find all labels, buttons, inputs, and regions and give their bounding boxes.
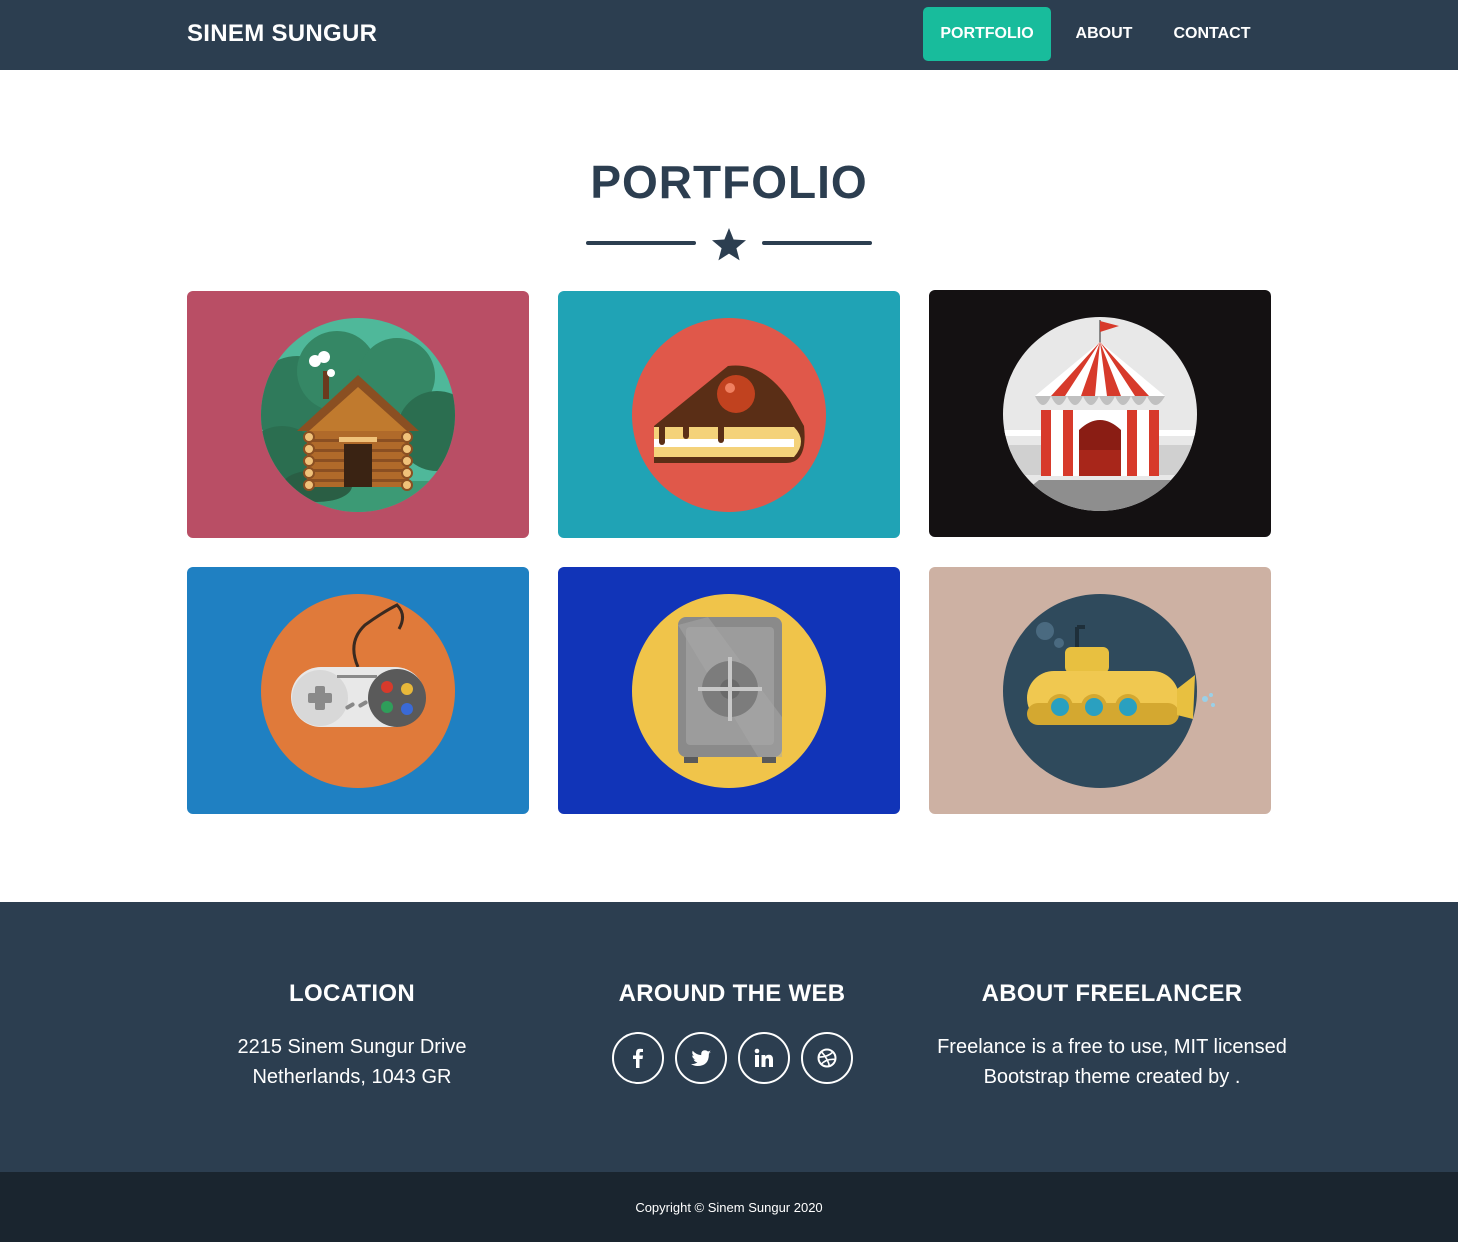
submarine-icon xyxy=(1003,594,1215,788)
address-line-1: 2215 Sinem Sungur Drive xyxy=(237,1036,467,1058)
dribbble-link[interactable] xyxy=(801,1032,853,1084)
linkedin-link[interactable] xyxy=(738,1032,790,1084)
facebook-icon xyxy=(633,1048,643,1068)
portfolio-item-circus[interactable] xyxy=(929,290,1271,537)
nav-item-portfolio[interactable]: PORTFOLIO xyxy=(923,7,1051,61)
cabin-icon xyxy=(261,318,455,512)
twitter-link[interactable] xyxy=(675,1032,727,1084)
safe-icon xyxy=(632,594,826,788)
portfolio-item-cabin[interactable] xyxy=(187,291,529,538)
twitter-icon xyxy=(691,1050,711,1066)
portfolio-item-submarine[interactable] xyxy=(929,567,1271,814)
brand-logo[interactable]: SINEM SUNGUR xyxy=(187,20,377,48)
copyright-text: Copyright © Sinem Sungur 2020 xyxy=(635,1200,823,1215)
footer-about-text: Freelance is a free to use, MIT licensed… xyxy=(932,1032,1292,1092)
nav-item-about[interactable]: ABOUT xyxy=(1062,7,1146,61)
portfolio-item-safe[interactable] xyxy=(558,567,900,814)
dribbble-icon xyxy=(817,1048,837,1068)
footer-about-heading: ABOUT FREELANCER xyxy=(981,980,1243,1007)
about-line-2: Bootstrap theme created by . xyxy=(983,1066,1241,1088)
footer-web-heading: AROUND THE WEB xyxy=(618,980,846,1007)
divider-line-right xyxy=(762,241,872,245)
portfolio-title: PORTFOLIO xyxy=(590,156,868,208)
cake-icon xyxy=(632,318,826,512)
address-line-2: Netherlands, 1043 GR xyxy=(252,1066,452,1088)
game-controller-icon xyxy=(261,594,455,788)
linkedin-icon xyxy=(754,1048,773,1067)
divider-line-left xyxy=(586,241,696,245)
facebook-link[interactable] xyxy=(612,1032,664,1084)
footer-location-address: 2215 Sinem Sungur Drive Netherlands, 104… xyxy=(212,1032,492,1092)
circus-tent-icon xyxy=(1003,317,1197,511)
about-line-1: Freelance is a free to use, MIT licensed xyxy=(937,1036,1287,1058)
navbar: SINEM SUNGUR PORTFOLIO ABOUT CONTACT xyxy=(0,0,1458,70)
portfolio-item-cake[interactable] xyxy=(558,291,900,538)
star-icon xyxy=(712,228,746,261)
footer-location-heading: LOCATION xyxy=(289,980,415,1007)
copyright-bar: Copyright © Sinem Sungur 2020 xyxy=(0,1172,1458,1242)
portfolio-item-controller[interactable] xyxy=(187,567,529,814)
nav-item-contact[interactable]: CONTACT xyxy=(1158,7,1266,61)
footer: LOCATION 2215 Sinem Sungur Drive Netherl… xyxy=(0,902,1458,1172)
